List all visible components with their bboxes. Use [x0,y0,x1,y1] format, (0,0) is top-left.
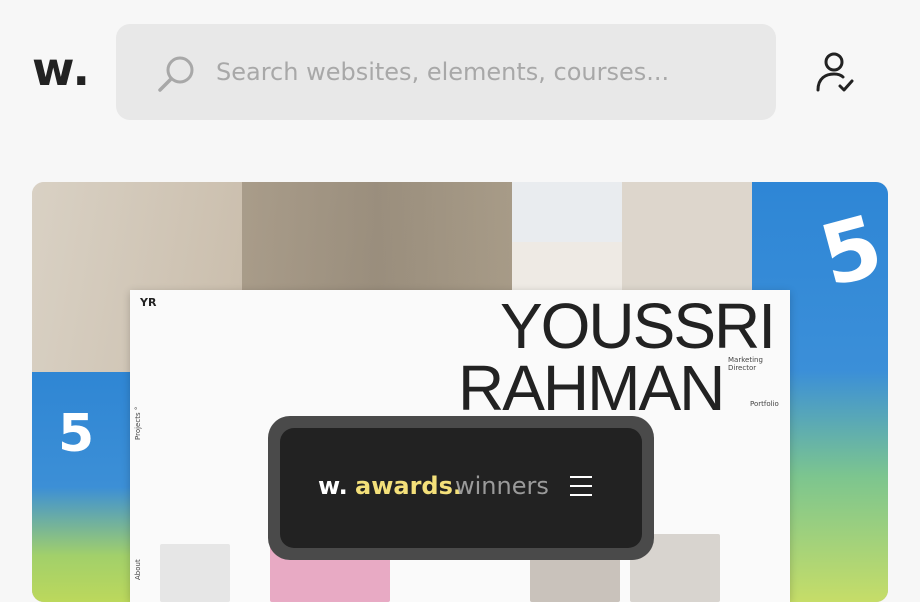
search-input[interactable] [216,54,736,90]
poster-name-last: RAHMAN [458,352,725,424]
search-bar[interactable] [116,24,776,120]
poster-monogram: YR [140,296,157,309]
site-logo[interactable]: w. [32,44,91,94]
poster-projects-label: Projects ° [134,406,142,440]
awards-label[interactable]: awards. [355,472,462,500]
awards-bar-inner: w. awards. winners [280,428,642,548]
hamburger-icon[interactable] [570,476,594,498]
sign-digit-left: 5 [58,404,95,464]
poster-about-label: About [134,559,142,580]
user-check-icon[interactable] [812,50,858,96]
poster-role: Marketing Director [728,356,763,372]
poster-portfolio-label: Portfolio [750,400,779,408]
poster-thumbnail [160,544,230,602]
awards-bar: w. awards. winners [268,416,654,560]
awards-logo[interactable]: w. [318,472,348,500]
winners-label: winners [455,472,549,500]
poster-name-first: YOUSSRI [499,290,776,362]
search-icon [158,56,194,92]
